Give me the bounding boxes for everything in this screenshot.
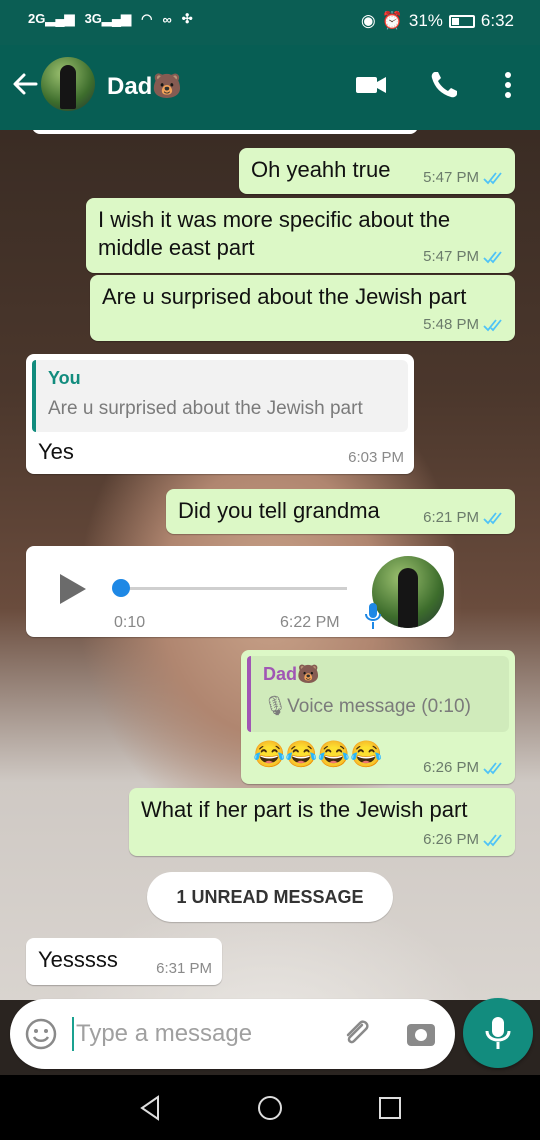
message-time: 6:03 PM [348, 449, 404, 466]
signal-3g-icon: 3G▂▄▆ [84, 11, 132, 26]
message-outgoing[interactable]: Are u surprised about the Jewish part 5:… [90, 275, 515, 341]
message-text: Yesssss [38, 947, 118, 972]
read-receipt-icon [483, 250, 502, 263]
read-receipt-icon [483, 171, 502, 184]
quote-text-label: Voice message (0:10) [287, 696, 471, 717]
voicemail-icon: ∞ [162, 11, 172, 27]
slack-icon: ✣ [181, 11, 193, 26]
message-text: 😂😂😂😂 [253, 739, 383, 769]
read-receipt-icon [483, 761, 502, 774]
message-text-line: middle east part [98, 235, 255, 260]
system-navigation-bar [0, 1075, 540, 1140]
message-text: I wish it was more specific about the mi… [98, 206, 450, 262]
microphone-icon: 🎙 [263, 696, 288, 717]
attachment-icon[interactable] [340, 1017, 374, 1051]
read-receipt-icon [483, 318, 502, 331]
read-receipt-icon [483, 511, 502, 524]
message-incoming[interactable]: Yesssss 6:31 PM [26, 938, 222, 985]
quoted-message[interactable]: You Are u surprised about the Jewish par… [32, 360, 408, 432]
message-time: 6:31 PM [156, 960, 212, 977]
battery-percent: 31% [408, 11, 443, 30]
network-2g-label: 2G [28, 11, 46, 26]
quote-text: 🎙Voice message (0:10) [263, 694, 471, 718]
microphone-icon [485, 1017, 511, 1049]
message-text-line: I wish it was more specific about the [98, 207, 451, 232]
text-cursor [72, 1017, 74, 1051]
emoji-icon[interactable] [24, 1017, 58, 1051]
message-time: 5:48 PM [423, 316, 479, 333]
message-time: 6:26 PM [423, 831, 479, 848]
message-time: 5:47 PM [423, 169, 479, 186]
nav-back-icon[interactable] [136, 1093, 166, 1123]
message-meta: 6:26 PM [423, 831, 505, 848]
voice-sender-avatar [372, 556, 444, 628]
message-meta: 5:47 PM [423, 248, 505, 265]
eye-icon: ◉ [360, 11, 376, 30]
message-composer [10, 999, 455, 1069]
message-outgoing[interactable]: Dad🐻 🎙Voice message (0:10) 😂😂😂😂 6:26 PM [241, 650, 515, 784]
message-text: Oh yeahh true [251, 157, 391, 182]
play-icon[interactable] [58, 572, 88, 606]
clock: 6:32 [480, 11, 514, 30]
voice-record-button[interactable] [463, 998, 533, 1068]
message-time: 6:21 PM [423, 509, 479, 526]
status-bar: 2G▂▄▆ 3G▂▄▆ ◠ ∞ ✣ ◉ ⏰ 31% 6:32 [0, 0, 540, 45]
video-call-icon[interactable] [353, 67, 389, 103]
signal-2g-icon: 2G▂▄▆ [28, 11, 75, 26]
quote-sender: Dad🐻 [263, 664, 320, 684]
voice-call-icon[interactable] [426, 67, 462, 103]
message-meta: 5:47 PM [423, 169, 505, 186]
message-text: Yes [38, 439, 74, 464]
voice-message-incoming[interactable]: 0:10 6:22 PM [26, 546, 454, 637]
wifi-icon: ◠ [141, 11, 153, 26]
back-arrow-icon[interactable] [10, 69, 40, 99]
message-input[interactable] [76, 1016, 326, 1052]
battery-icon [448, 14, 475, 28]
microphone-icon [365, 603, 381, 629]
quoted-message[interactable]: Dad🐻 🎙Voice message (0:10) [247, 656, 509, 732]
chat-header: Dad🐻 [0, 45, 540, 130]
contact-name[interactable]: Dad🐻 [107, 72, 182, 101]
message-text: Did you tell grandma [178, 498, 380, 523]
network-3g-label: 3G [84, 11, 102, 26]
message-text: What if her part is the Jewish part [141, 797, 468, 822]
quote-accent-bar [247, 656, 251, 732]
voice-progress-thumb[interactable] [112, 579, 130, 597]
chat-area[interactable]: Oh yeahh true 5:47 PM I wish it was more… [0, 130, 540, 1000]
message-outgoing[interactable]: I wish it was more specific about the mi… [86, 198, 515, 273]
message-meta: 5:48 PM [423, 316, 505, 333]
message-time: 6:26 PM [423, 759, 479, 776]
quote-accent-bar [32, 360, 36, 432]
message-incoming[interactable]: You Are u surprised about the Jewish par… [26, 354, 414, 474]
message-meta: 6:21 PM [423, 509, 505, 526]
unread-messages-banner: 1 UNREAD MESSAGE [147, 872, 393, 922]
message-time: 5:47 PM [423, 248, 479, 265]
quote-text: Are u surprised about the Jewish part [48, 398, 363, 419]
message-text: Are u surprised about the Jewish part [102, 284, 467, 309]
message-outgoing[interactable]: What if her part is the Jewish part 6:26… [129, 788, 515, 856]
quote-sender: You [48, 368, 81, 388]
message-meta: 6:03 PM [348, 449, 404, 466]
alarm-icon: ⏰ [381, 11, 403, 30]
previous-message-sliver [32, 130, 418, 134]
nav-recents-icon[interactable] [375, 1093, 405, 1123]
message-meta: 6:26 PM [423, 759, 505, 776]
message-outgoing[interactable]: Did you tell grandma 6:21 PM [166, 489, 515, 534]
message-outgoing[interactable]: Oh yeahh true 5:47 PM [239, 148, 515, 194]
voice-progress-track[interactable] [121, 587, 347, 590]
read-receipt-icon [483, 833, 502, 846]
camera-icon[interactable] [404, 1017, 438, 1051]
nav-home-icon[interactable] [255, 1093, 285, 1123]
more-options-icon[interactable] [490, 67, 526, 103]
contact-avatar[interactable] [41, 57, 95, 111]
message-meta: 6:31 PM [156, 960, 212, 977]
message-time: 6:22 PM [280, 614, 340, 631]
voice-duration: 0:10 [114, 614, 146, 631]
